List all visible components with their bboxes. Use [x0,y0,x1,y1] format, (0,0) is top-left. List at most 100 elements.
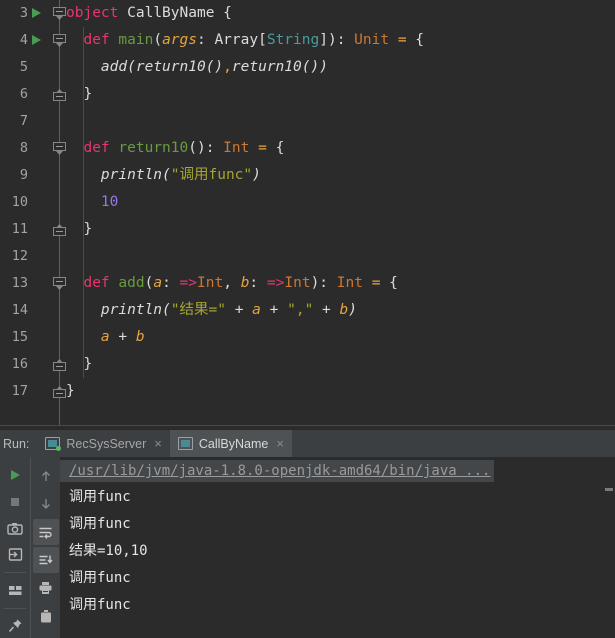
console-output-line: 调用func [69,516,131,532]
code-token: ]): [319,32,355,48]
console-output-line: 调用func [69,489,131,505]
run-tab-recsysserver[interactable]: RecSysServer × [37,430,169,457]
code-line[interactable]: 15 a + b [0,324,615,351]
code-token: def [83,275,110,291]
console-output-line: 调用func [69,570,131,586]
code-line[interactable]: 4 def main(args: Array[String]): Unit = … [0,27,615,54]
code-token: a [153,275,163,291]
layout-icon [8,585,21,595]
line-number: 10 [11,194,28,210]
code-fold-icon[interactable] [53,358,66,371]
console-toolbar-left [0,457,30,638]
next-occurrence-button[interactable] [33,491,59,517]
code-token: { [214,5,232,21]
code-fold-icon[interactable] [53,34,66,47]
run-tab-label: RecSysServer [66,436,147,451]
code-token: + [225,302,253,318]
code-line[interactable]: 16 } [0,351,615,378]
toolbar-separator [4,607,26,609]
console-output-line: 结果=10,10 [69,543,148,559]
scroll-to-end-button[interactable] [32,547,59,573]
code-token: a [100,329,110,345]
code-text: println("结果=" + a + "," + b) [66,297,357,324]
run-panel-label: Run: [3,436,30,451]
code-fold-icon[interactable] [53,142,66,155]
line-number: 5 [19,59,28,75]
stripe-mark[interactable] [605,488,613,491]
code-line[interactable]: 3 object CallByName { [0,0,615,27]
code-line[interactable]: 6 } [0,81,615,108]
run-gutter-icon[interactable] [32,8,41,18]
line-number: 3 [19,5,28,21]
code-fold-icon[interactable] [53,223,66,236]
run-console: /usr/lib/jvm/java-1.8.0-openjdk-amd64/bi… [0,457,615,638]
print-button[interactable] [33,575,59,601]
code-token: ( [162,302,171,318]
code-fold-icon[interactable] [53,88,66,101]
console-error-stripe-gutter[interactable] [603,457,615,638]
pin-tab-button[interactable] [2,613,28,638]
code-text: def add(a: =>Int, b: =>Int): Int = { [66,270,397,297]
console-command-line[interactable]: /usr/lib/jvm/java-1.8.0-openjdk-amd64/bi… [60,460,495,482]
code-text: } [66,351,92,378]
line-number: 15 [11,329,28,345]
code-token: 10 [100,194,119,210]
stop-icon [11,497,19,506]
code-token: { [406,32,425,48]
scroll-end-icon [39,555,53,564]
rerun-button[interactable] [2,463,28,488]
print-icon [39,582,52,594]
code-fold-icon[interactable] [53,7,66,20]
line-number: 7 [19,113,28,129]
run-panel-header: Run: RecSysServer × CallByName × [0,430,615,457]
close-icon[interactable]: × [152,436,162,451]
code-token: } [66,356,93,372]
code-line[interactable]: 13 def add(a: =>Int, b: =>Int): Int = { [0,270,615,297]
code-line[interactable]: 12 [0,243,615,270]
code-line[interactable]: 7 [0,108,615,135]
code-line[interactable]: 14 println("结果=" + a + "," + b) [0,297,615,324]
clear-all-button[interactable] [33,603,59,629]
dump-threads-button[interactable] [2,516,28,541]
code-token: ): [310,275,337,291]
line-number: 6 [19,86,28,102]
code-line[interactable]: 11 } [0,216,615,243]
code-line[interactable]: 9 println("调用func") [0,162,615,189]
close-icon[interactable]: × [274,436,284,451]
code-token: : [249,275,267,291]
export-button[interactable] [2,543,28,568]
code-text: println("调用func") [66,162,261,189]
code-line[interactable]: 5 add(return10(),return10()) [0,54,615,81]
soft-wrap-button[interactable] [32,519,59,545]
code-line[interactable]: 10 10 [0,189,615,216]
run-tab-callbyname[interactable]: CallByName × [169,430,292,457]
code-token: ( [127,59,136,75]
code-token: def [83,32,110,48]
code-token: ) [252,167,261,183]
console-tab-icon [177,437,193,450]
code-token: + [313,302,340,318]
stop-button[interactable] [2,490,28,515]
code-token: CallByName [127,5,215,21]
layout-button[interactable] [2,578,28,603]
code-text: } [66,81,92,108]
line-number: 11 [11,221,28,237]
code-line[interactable]: 17} [0,378,615,405]
code-text: add(return10(),return10()) [66,54,328,81]
run-gutter-icon[interactable] [32,35,41,45]
code-fold-icon[interactable] [53,385,66,398]
code-line[interactable]: 8 def return10(): Int = { [0,135,615,162]
soft-wrap-icon [39,527,52,539]
camera-icon [7,522,23,535]
previous-occurrence-button[interactable] [33,463,59,489]
console-output[interactable]: /usr/lib/jvm/java-1.8.0-openjdk-amd64/bi… [60,457,615,638]
code-fold-icon[interactable] [53,277,66,290]
export-icon [8,548,22,561]
code-token: => [179,275,198,291]
code-editor[interactable]: 3 object CallByName {4 def main(args: Arr… [0,0,615,425]
